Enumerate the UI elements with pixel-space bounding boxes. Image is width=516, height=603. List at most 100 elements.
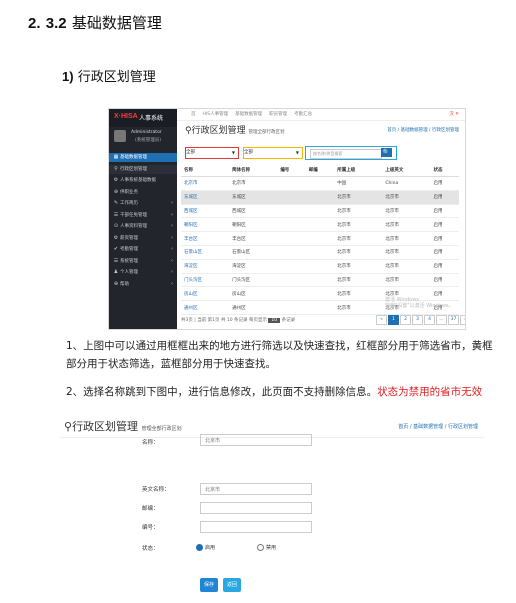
column-header[interactable]: 所属上级: [334, 163, 383, 177]
table-cell: [277, 273, 306, 288]
list-screenshot: X·HISA 人事系统 Administrator (系统管理员) ▦ 基础数据管…: [108, 108, 466, 330]
page-size-select[interactable]: 10: [268, 318, 281, 323]
sidebar-item[interactable]: ⚙ 薪资管理 ‹: [109, 234, 177, 243]
region-name-link[interactable]: 房山区: [181, 286, 230, 302]
pagination: «1234...37»: [375, 315, 465, 325]
table-row[interactable]: 石景山区 石景山区 北京市 北京市 启用: [181, 245, 459, 260]
status-enabled-radio[interactable]: 启用: [196, 544, 215, 551]
windows-watermark: 激活 Windows 转到"设置"以激活 Windows。: [385, 297, 454, 309]
page-button[interactable]: 1: [388, 315, 399, 325]
table-cell: 启用: [430, 259, 459, 274]
region-name-link[interactable]: 东城区: [181, 190, 230, 205]
table-row[interactable]: 门头沟区 门头沟区 北京市 北京市 启用: [181, 273, 459, 288]
province-filter[interactable]: 全部 ▼: [185, 147, 239, 159]
region-name-link[interactable]: 朝阳区: [181, 217, 230, 233]
sidebar-item-label: 薪资管理: [120, 235, 138, 241]
table-row[interactable]: 西城区 西城区 北京市 北京市 启用: [181, 204, 459, 219]
top-close[interactable]: 汉 ✕: [449, 109, 459, 120]
table-cell: 启用: [430, 245, 459, 260]
table-row[interactable]: 东城区 东城区 北京市 北京市 启用: [181, 190, 459, 205]
region-name-link[interactable]: 西城区: [181, 204, 230, 219]
table-cell: 北京市: [334, 273, 383, 288]
table-cell: 启用: [430, 176, 459, 191]
table-cell: 西城区: [229, 204, 278, 219]
user-name: Administrator: [131, 130, 162, 135]
region-name-link[interactable]: 通州区: [181, 300, 230, 315]
column-header[interactable]: 简体名称: [229, 163, 278, 177]
table-cell: 北京市: [334, 217, 383, 233]
sidebar-item-label: 基础数据管理: [120, 155, 147, 160]
table-cell: 北京市: [334, 259, 383, 274]
sidebar-item[interactable]: ✎ 工作简历 ‹: [109, 199, 177, 208]
page-button[interactable]: 2: [400, 315, 411, 325]
postcode-field[interactable]: [200, 502, 312, 514]
brand-name: X·HISA: [114, 113, 138, 120]
chevron-icon: ‹: [171, 211, 173, 218]
table-row[interactable]: 丰台区 丰台区 北京市 北京市 启用: [181, 231, 459, 246]
breadcrumb[interactable]: 首页 / 基础数据管理 / 行政区划管理: [387, 127, 459, 133]
edit-page-title: ⚲行政区划管理 管理全部行政区划: [64, 418, 182, 434]
table-cell: [277, 217, 306, 233]
code-field[interactable]: [200, 521, 312, 533]
page-button[interactable]: 4: [424, 315, 435, 325]
paragraph-2: 2、选择名称跳到下图中，进行信息修改，此页面不支持删除信息。状态为禁用的省市无效: [66, 383, 496, 401]
search-button[interactable]: 🔍: [381, 148, 392, 157]
top-tab[interactable]: 首: [191, 112, 196, 117]
table-row[interactable]: 海淀区 海淀区 北京市 北京市 启用: [181, 259, 459, 274]
region-name-link[interactable]: 海淀区: [181, 259, 230, 274]
search-input[interactable]: 按名称/拼音搜索: [310, 149, 382, 159]
column-header[interactable]: 编号: [277, 163, 306, 177]
chevron-icon: ‹: [171, 200, 173, 206]
heading-subnumber: 3.2: [45, 15, 67, 32]
sidebar-item[interactable]: ⊕ 帮助 ‹: [109, 280, 177, 289]
page-button[interactable]: 37: [448, 315, 459, 325]
top-tab[interactable]: 考勤汇总: [294, 112, 312, 117]
table-cell: 北京市: [334, 300, 383, 315]
sidebar-item[interactable]: ♟ 个人管理 ‹: [109, 268, 177, 277]
edit-breadcrumb[interactable]: 首页 / 基础数据管理 / 行政区划管理: [398, 423, 478, 430]
top-tab[interactable]: 基础数据管理: [235, 112, 262, 117]
sidebar-item-label: 供职业务: [120, 189, 138, 195]
chevron-icon: ‹: [171, 246, 173, 252]
sidebar-item[interactable]: ☰ 干部任免管理 ‹: [109, 211, 177, 220]
region-name-link[interactable]: 丰台区: [181, 231, 230, 246]
chevron-down-icon: ▼: [231, 150, 235, 155]
table-cell: [305, 245, 335, 260]
sidebar-item[interactable]: ▦ 基础数据管理: [109, 153, 177, 162]
table-row[interactable]: 北京市 北京市 中国 China 启用: [181, 176, 459, 191]
menu-icon: ⊕: [113, 188, 119, 195]
table-row[interactable]: 朝阳区 朝阳区 北京市 北京市 启用: [181, 217, 459, 233]
sidebar-item[interactable]: ✔ 考勤管理 ‹: [109, 245, 177, 254]
save-button[interactable]: 保存: [200, 578, 218, 592]
page-button[interactable]: «: [376, 315, 387, 325]
code-label: 编号：: [142, 525, 159, 531]
page-button[interactable]: »: [460, 315, 465, 325]
back-button[interactable]: 返回: [223, 578, 241, 592]
page-button[interactable]: 3: [412, 315, 423, 325]
table-cell: 北京市: [334, 245, 383, 260]
sidebar-item[interactable]: ⚙ 人事系统基础数据: [109, 176, 177, 185]
top-tabs: 首 HIS人事管理 基础数据管理 职员管理 考勤汇总 汉 ✕: [177, 109, 465, 121]
column-header[interactable]: 上级英文: [382, 163, 431, 177]
region-name-link[interactable]: 门头沟区: [181, 273, 230, 288]
sidebar-item[interactable]: ⊕ 供职业务: [109, 188, 177, 197]
column-header[interactable]: 状态: [430, 163, 459, 177]
table-cell: 北京市: [334, 286, 383, 302]
region-name-link[interactable]: 北京市: [181, 176, 230, 191]
top-tab[interactable]: HIS人事管理: [203, 112, 229, 117]
status-filter[interactable]: 全部 ▼: [243, 147, 303, 159]
english-name-field[interactable]: 北京市: [200, 483, 312, 495]
top-tab[interactable]: 职员管理: [269, 112, 287, 117]
chevron-down-icon: ▼: [295, 150, 299, 155]
region-name-link[interactable]: 石景山区: [181, 245, 230, 260]
column-header[interactable]: 邮编: [305, 163, 335, 177]
table-cell: 北京市: [334, 204, 383, 219]
heading-text: 基础数据管理: [71, 14, 162, 32]
sidebar-item[interactable]: ⚲ 行政区划管理: [109, 164, 177, 174]
column-header[interactable]: 名称: [181, 163, 230, 177]
page-button[interactable]: ...: [436, 315, 447, 325]
name-field[interactable]: 北京市: [200, 434, 312, 446]
sidebar-item[interactable]: ⊙ 人事资料管理 ‹: [109, 222, 177, 231]
status-disabled-radio[interactable]: 禁用: [257, 544, 276, 551]
sidebar-item[interactable]: ☰ 系统管理 ‹: [109, 257, 177, 266]
